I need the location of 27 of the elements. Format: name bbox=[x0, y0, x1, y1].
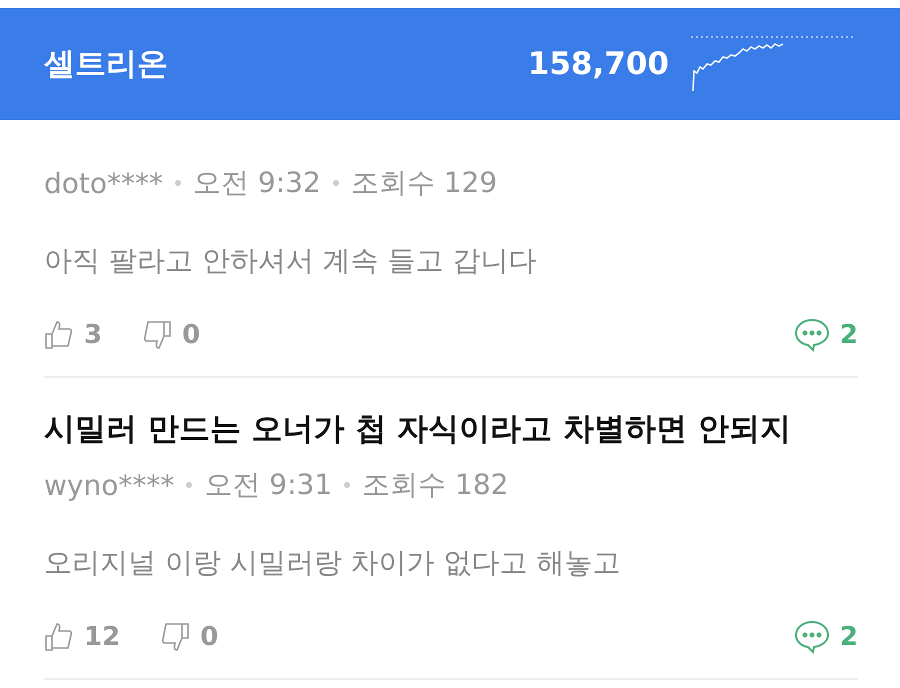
post-author: wyno**** bbox=[44, 468, 174, 502]
thumbs-down-icon bbox=[160, 622, 190, 652]
separator-dot bbox=[332, 180, 339, 186]
stock-name: 셀트리온 bbox=[44, 45, 169, 84]
thumbs-down-icon bbox=[142, 320, 172, 350]
comment-button[interactable]: 2 bbox=[794, 318, 858, 352]
comment-button[interactable]: 2 bbox=[794, 620, 858, 654]
post-title[interactable]: 시밀러 만드는 오너가 첩 자식이라고 차별하면 안되지 bbox=[44, 408, 858, 450]
thumbs-up-icon bbox=[44, 622, 74, 652]
post-body: 오리지널 이랑 시밀러랑 차이가 없다고 해놓고 bbox=[44, 545, 622, 581]
like-button[interactable]: 12 bbox=[44, 622, 120, 652]
post-time: 오전 9:32 bbox=[193, 165, 321, 201]
like-button[interactable]: 3 bbox=[44, 320, 102, 350]
view-count: 조회수 182 bbox=[362, 467, 508, 503]
thumbs-up-icon bbox=[44, 320, 74, 350]
dislike-button[interactable]: 0 bbox=[160, 622, 218, 652]
view-count: 조회수 129 bbox=[350, 165, 498, 201]
separator-dot bbox=[344, 482, 350, 488]
post-author: doto**** bbox=[44, 166, 164, 200]
stock-price: 158,700 bbox=[528, 46, 669, 82]
separator-dot bbox=[175, 180, 182, 186]
separator-dot bbox=[186, 482, 192, 488]
post-body: 아직 팔라고 안하셔서 계속 들고 갑니다 bbox=[44, 243, 538, 279]
post-time: 오전 9:31 bbox=[204, 467, 332, 503]
comment-icon bbox=[794, 620, 830, 654]
dislike-button[interactable]: 0 bbox=[142, 320, 200, 350]
comment-icon bbox=[794, 318, 830, 352]
